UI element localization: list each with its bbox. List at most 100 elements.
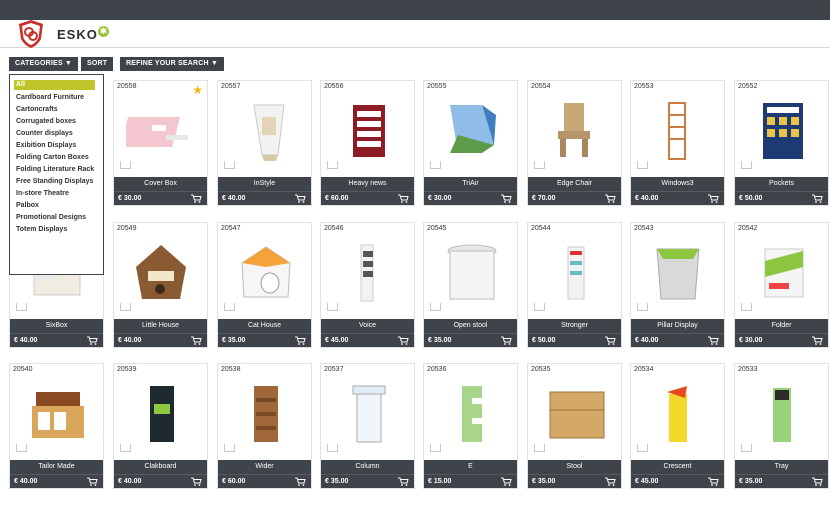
product-name[interactable]: Open stool	[424, 319, 517, 333]
product-image[interactable]	[126, 378, 196, 446]
product-card[interactable]: 20554 Edge Chair € 70.00	[527, 80, 622, 206]
product-name[interactable]: Column	[321, 460, 414, 474]
product-name[interactable]: Crescent	[631, 460, 724, 474]
product-card[interactable]: 20544 Stronger € 50.00	[527, 222, 622, 348]
product-card[interactable]: 20557 InStyle € 40.00	[217, 80, 312, 206]
product-name[interactable]: Little House	[114, 319, 207, 333]
category-item[interactable]: Promotional Designs	[14, 214, 103, 222]
product-image[interactable]	[747, 95, 817, 163]
cart-icon[interactable]	[812, 477, 823, 486]
product-image[interactable]	[230, 237, 300, 305]
product-image[interactable]	[436, 95, 506, 163]
product-card[interactable]: 20537 Column € 35.00	[320, 363, 415, 489]
compare-box-icon[interactable]	[120, 303, 131, 311]
product-name[interactable]: Cover Box	[114, 177, 207, 191]
category-item[interactable]: Exibition Displays	[14, 142, 103, 150]
compare-box-icon[interactable]	[430, 161, 441, 169]
product-image[interactable]	[643, 237, 713, 305]
product-card[interactable]: 20547 Cat House € 35.00	[217, 222, 312, 348]
cart-icon[interactable]	[708, 336, 719, 345]
product-image[interactable]	[747, 378, 817, 446]
product-image[interactable]	[333, 237, 403, 305]
product-name[interactable]: TriAir	[424, 177, 517, 191]
cart-icon[interactable]	[295, 336, 306, 345]
cart-icon[interactable]	[295, 477, 306, 486]
compare-box-icon[interactable]	[637, 161, 648, 169]
product-name[interactable]: Windows3	[631, 177, 724, 191]
product-image[interactable]	[643, 95, 713, 163]
product-image[interactable]	[333, 95, 403, 163]
cart-icon[interactable]	[605, 336, 616, 345]
cart-icon[interactable]	[398, 477, 409, 486]
compare-box-icon[interactable]	[534, 444, 545, 452]
product-image[interactable]	[126, 237, 196, 305]
product-card[interactable]: 20543 Pillar Display € 40.00	[630, 222, 725, 348]
categories-button[interactable]: CATEGORIES ▼	[9, 57, 79, 71]
cart-icon[interactable]	[191, 194, 202, 203]
product-name[interactable]: Stronger	[528, 319, 621, 333]
cart-icon[interactable]	[295, 194, 306, 203]
compare-box-icon[interactable]	[637, 303, 648, 311]
brand-name[interactable]: ESKO	[57, 27, 98, 42]
compare-box-icon[interactable]	[534, 303, 545, 311]
product-image[interactable]	[540, 378, 610, 446]
product-name[interactable]: Folder	[735, 319, 828, 333]
category-item[interactable]: Totem Displays	[14, 226, 103, 234]
cart-icon[interactable]	[398, 336, 409, 345]
cart-icon[interactable]	[708, 194, 719, 203]
cart-icon[interactable]	[398, 194, 409, 203]
product-card[interactable]: 20533 Tray € 35.00	[734, 363, 829, 489]
compare-box-icon[interactable]	[16, 444, 27, 452]
cart-icon[interactable]	[191, 336, 202, 345]
product-name[interactable]: Wider	[218, 460, 311, 474]
product-name[interactable]: Voice	[321, 319, 414, 333]
category-item[interactable]: Folding Carton Boxes	[14, 154, 103, 162]
cart-icon[interactable]	[501, 336, 512, 345]
product-card[interactable]: 20553 Windows3 € 40.00	[630, 80, 725, 206]
product-image[interactable]	[333, 378, 403, 446]
product-name[interactable]: Stool	[528, 460, 621, 474]
product-card[interactable]: 20552 Pockets € 50.00	[734, 80, 829, 206]
product-image[interactable]	[230, 378, 300, 446]
refine-search-button[interactable]: REFINE YOUR SEARCH ▼	[120, 57, 225, 71]
product-card[interactable]: 20545 Open stool € 35.00	[423, 222, 518, 348]
category-item[interactable]: Palbox	[14, 202, 103, 210]
category-item[interactable]: All	[14, 80, 95, 90]
compare-box-icon[interactable]	[224, 161, 235, 169]
category-item[interactable]: Corrugated boxes	[14, 118, 103, 126]
compare-box-icon[interactable]	[120, 444, 131, 452]
product-card[interactable]: 20536 E € 15.00	[423, 363, 518, 489]
product-image[interactable]	[643, 378, 713, 446]
product-name[interactable]: Clakboard	[114, 460, 207, 474]
product-image[interactable]	[436, 237, 506, 305]
compare-box-icon[interactable]	[741, 161, 752, 169]
compare-box-icon[interactable]	[327, 303, 338, 311]
product-card[interactable]: 20549 Little House € 40.00	[113, 222, 208, 348]
product-card[interactable]: 20534 Crescent € 45.00	[630, 363, 725, 489]
product-image[interactable]	[436, 378, 506, 446]
compare-box-icon[interactable]	[637, 444, 648, 452]
compare-box-icon[interactable]	[741, 444, 752, 452]
product-name[interactable]: Cat House	[218, 319, 311, 333]
category-item[interactable]: Free Standing Displays	[14, 178, 103, 186]
product-name[interactable]: Heavy news	[321, 177, 414, 191]
product-image[interactable]	[126, 95, 196, 163]
product-image[interactable]	[540, 95, 610, 163]
product-image[interactable]	[540, 237, 610, 305]
product-image[interactable]	[747, 237, 817, 305]
product-card[interactable]: 20539 Clakboard € 40.00	[113, 363, 208, 489]
product-image[interactable]	[230, 95, 300, 163]
compare-box-icon[interactable]	[224, 303, 235, 311]
cart-icon[interactable]	[87, 336, 98, 345]
category-item[interactable]: In-store Theatre	[14, 190, 103, 198]
cart-icon[interactable]	[812, 336, 823, 345]
product-name[interactable]: Pockets	[735, 177, 828, 191]
cart-icon[interactable]	[87, 477, 98, 486]
product-name[interactable]: SixBox	[10, 319, 103, 333]
product-card[interactable]: 20558 ★ Cover Box € 30.00	[113, 80, 208, 206]
product-card[interactable]: 20535 Stool € 35.00	[527, 363, 622, 489]
product-card[interactable]: 20555 TriAir € 30.00	[423, 80, 518, 206]
product-name[interactable]: Tray	[735, 460, 828, 474]
product-card[interactable]: 20540 Tailor Made € 40.00	[9, 363, 104, 489]
product-name[interactable]: Pillar Display	[631, 319, 724, 333]
